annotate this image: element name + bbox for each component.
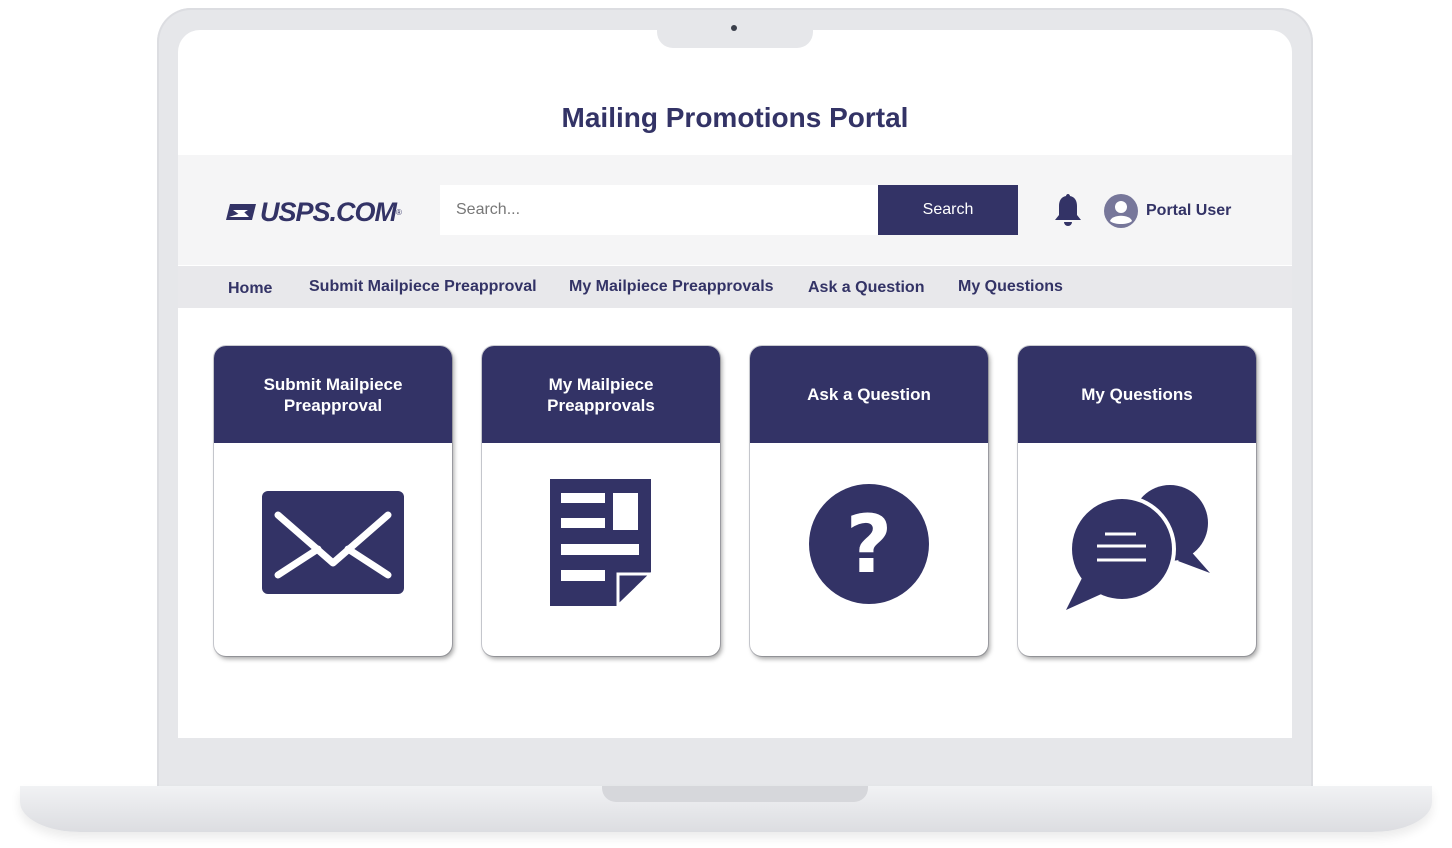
card-title: Submit Mailpiece Preapproval: [214, 346, 452, 443]
document-icon: [550, 479, 655, 610]
nav-my-questions[interactable]: My Questions: [958, 278, 1063, 296]
card-title: Ask a Question: [750, 346, 988, 443]
card-my-questions[interactable]: My Questions: [1018, 346, 1256, 656]
question-icon: ?: [809, 484, 929, 604]
logo-registered-mark: ®: [396, 207, 402, 217]
page-title: Mailing Promotions Portal: [561, 102, 909, 133]
portal-screen: Mailing Promotions Portal USPS.COM ® Sear…: [178, 78, 1292, 738]
main-nav: Home Submit Mailpiece Preapproval My Mai…: [178, 266, 1292, 308]
eagle-logo-icon: [226, 204, 256, 220]
card-ask-a-question[interactable]: Ask a Question ?: [750, 346, 988, 656]
nav-submit-mailpiece-preapproval[interactable]: Submit Mailpiece Preapproval: [309, 278, 537, 296]
card-submit-mailpiece-preapproval[interactable]: Submit Mailpiece Preapproval: [214, 346, 452, 656]
nav-home[interactable]: Home: [228, 280, 272, 298]
svg-text:?: ?: [846, 498, 892, 591]
site-header: USPS.COM® Search Portal User: [178, 155, 1292, 265]
card-my-mailpiece-preapprovals[interactable]: My Mailpiece Preapprovals: [482, 346, 720, 656]
camera-notch: [657, 18, 813, 48]
user-avatar-icon[interactable]: [1104, 194, 1138, 228]
nav-my-mailpiece-preapprovals[interactable]: My Mailpiece Preapprovals: [569, 278, 774, 296]
nav-ask-a-question[interactable]: Ask a Question: [808, 279, 924, 297]
search-input[interactable]: [440, 185, 878, 235]
card-title: My Questions: [1018, 346, 1256, 443]
envelope-icon: [262, 491, 404, 594]
laptop-hinge: [602, 786, 868, 802]
camera-icon: [731, 25, 737, 31]
search-button[interactable]: Search: [878, 185, 1018, 235]
card-title: My Mailpiece Preapprovals: [482, 346, 720, 443]
usps-logo[interactable]: USPS.COM ®: [226, 196, 402, 227]
user-name[interactable]: Portal User: [1146, 202, 1231, 220]
logo-text: USPS.COM: [260, 196, 397, 227]
bell-icon[interactable]: [1052, 192, 1084, 228]
chat-bubbles-icon: [1066, 485, 1210, 610]
